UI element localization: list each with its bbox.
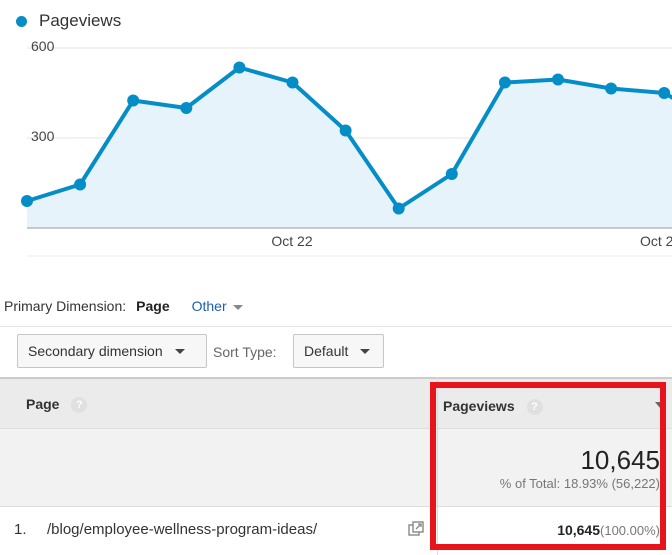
data-point[interactable] [392, 202, 405, 215]
sort-type-label: Sort Type: [213, 344, 277, 360]
row-page-link[interactable]: /blog/employee-wellness-program-ideas/ [47, 521, 317, 538]
help-icon[interactable]: ? [71, 397, 88, 414]
primary-dimension-bar: Primary Dimension: Page Other [4, 298, 243, 314]
data-point[interactable] [605, 82, 618, 95]
secondary-dimension-button[interactable]: Secondary dimension [17, 334, 207, 368]
data-point[interactable] [74, 178, 87, 191]
chevron-down-icon [232, 304, 243, 310]
data-point[interactable] [180, 102, 193, 114]
data-point[interactable] [552, 73, 564, 86]
x-tick-label: Oct 22 [271, 233, 312, 249]
sort-type-value: Default [304, 343, 349, 359]
data-point[interactable] [21, 195, 33, 207]
secondary-dimension-label: Secondary dimension [28, 343, 163, 359]
column-header-page[interactable]: Page ? [26, 396, 88, 414]
data-point[interactable] [233, 61, 246, 74]
data-point[interactable] [658, 87, 671, 99]
data-point[interactable] [286, 76, 299, 89]
row-index: 1. [14, 521, 27, 538]
dimension-other-dropdown[interactable]: Other [192, 298, 243, 314]
pageviews-chart: 600 300 Oct 22 Oct 2 [21, 40, 672, 257]
dimension-other-label: Other [191, 298, 227, 314]
primary-dimension-label: Primary Dimension: [4, 298, 127, 314]
x-tick-label: Oct 2 [640, 233, 672, 249]
table-controls: Secondary dimension Sort Type: Default [0, 326, 672, 377]
chevron-down-icon [360, 348, 371, 354]
open-external-icon[interactable] [408, 521, 424, 537]
legend-dot-icon [16, 15, 27, 27]
data-point[interactable] [498, 76, 511, 89]
data-point[interactable] [445, 168, 458, 180]
y-tick-label: 600 [31, 40, 55, 54]
column-header-page-label: Page [26, 396, 60, 412]
sort-type-select[interactable]: Default [293, 334, 384, 368]
dimension-page-active[interactable]: Page [136, 298, 169, 314]
data-point[interactable] [127, 94, 140, 107]
series-area [27, 67, 672, 228]
legend-label: Pageviews [39, 11, 122, 30]
y-tick-label: 300 [31, 128, 55, 144]
chart-legend[interactable]: Pageviews [16, 11, 121, 31]
highlight-box [430, 382, 666, 550]
chevron-down-icon [174, 348, 185, 354]
data-point[interactable] [339, 124, 352, 137]
